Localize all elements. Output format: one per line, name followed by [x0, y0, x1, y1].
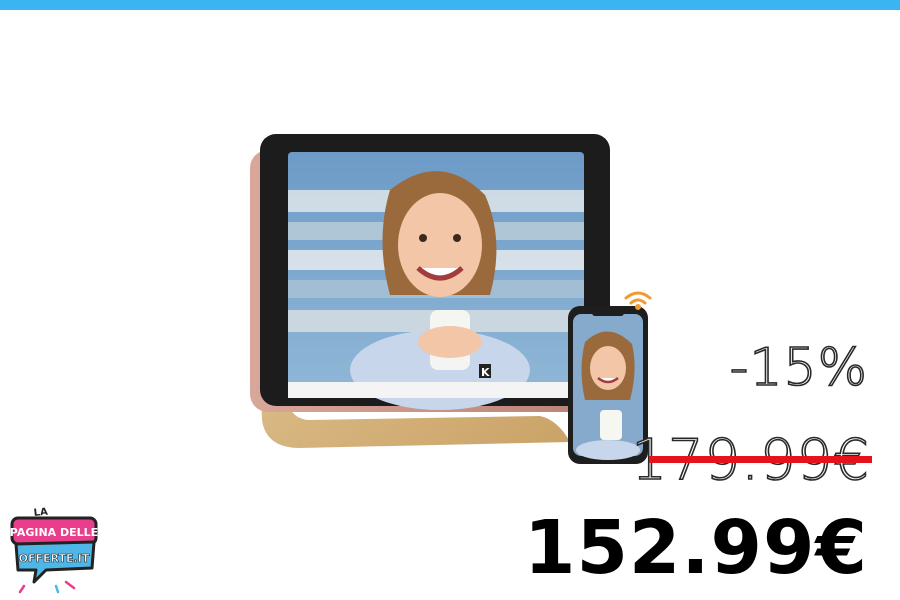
logo-line-2: PAGINA DELLE: [10, 526, 98, 539]
logo-line-3: OFFERTE.IT: [19, 552, 90, 565]
logo-sparkles: [18, 580, 76, 594]
brand-logo: K: [481, 366, 490, 379]
frame-chin: [288, 382, 584, 398]
product-image: K: [250, 134, 652, 464]
phone-notch: [592, 310, 624, 316]
top-accent-bar: [0, 0, 900, 10]
old-price-strikethrough: [649, 456, 872, 463]
site-logo: LA PAGINA DELLE OFFERTE.IT: [10, 507, 98, 594]
discount-percent: -15%: [729, 337, 868, 399]
new-price: 152.99€: [523, 505, 868, 591]
